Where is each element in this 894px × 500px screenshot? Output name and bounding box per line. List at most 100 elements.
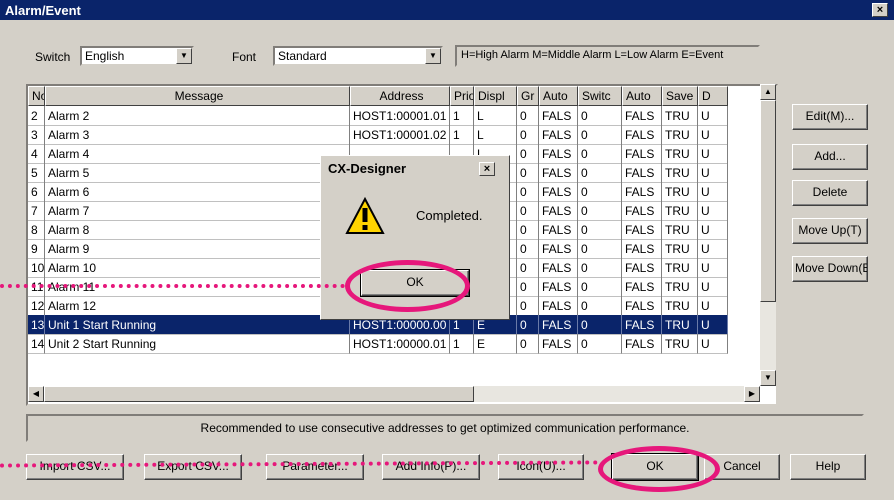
column-header[interactable]: Save (662, 86, 698, 106)
status-message: Recommended to use consecutive addresses… (26, 414, 864, 442)
icon-button[interactable]: Icon(U)... (498, 454, 584, 480)
switch-select[interactable]: English ▼ (80, 46, 194, 66)
table-cell: TRU (662, 315, 698, 335)
table-cell: U (698, 277, 728, 297)
table-cell: TRU (662, 220, 698, 240)
table-cell: 2 (28, 106, 45, 126)
table-cell: 0 (517, 182, 539, 202)
table-cell: U (698, 144, 728, 164)
table-cell: U (698, 106, 728, 126)
table-cell: 12 (28, 296, 45, 316)
table-cell: Alarm 2 (45, 106, 350, 126)
table-cell: 0 (517, 277, 539, 297)
edit-button[interactable]: Edit(M)... (792, 104, 868, 130)
table-cell: 0 (578, 182, 622, 202)
table-cell: 14 (28, 334, 45, 354)
table-cell: 0 (578, 163, 622, 183)
column-header[interactable]: Gr (517, 86, 539, 106)
table-cell: Alarm 10 (45, 258, 350, 278)
table-cell: U (698, 163, 728, 183)
delete-button[interactable]: Delete (792, 180, 868, 206)
table-cell: TRU (662, 106, 698, 126)
column-header[interactable]: Address (350, 86, 450, 106)
table-cell: 0 (578, 334, 622, 354)
scroll-down-icon[interactable]: ▼ (760, 370, 776, 386)
table-cell: FALS (622, 277, 662, 297)
table-cell: U (698, 220, 728, 240)
dialog-close-icon[interactable]: × (479, 162, 495, 176)
window-title: Alarm/Event (5, 3, 81, 18)
table-cell: TRU (662, 144, 698, 164)
move-up-button[interactable]: Move Up(T) (792, 218, 868, 244)
vertical-scrollbar[interactable]: ▲ ▼ (760, 84, 776, 386)
column-header[interactable]: Priorit (450, 86, 474, 106)
table-cell: FALS (622, 144, 662, 164)
scroll-up-icon[interactable]: ▲ (760, 84, 776, 100)
table-cell: FALS (539, 315, 578, 335)
table-cell: FALS (539, 334, 578, 354)
export-csv-button[interactable]: Export CSV... (144, 454, 242, 480)
table-cell: 0 (578, 277, 622, 297)
table-cell: 0 (517, 239, 539, 259)
move-down-button[interactable]: Move Down(B (792, 256, 868, 282)
table-cell: 10 (28, 258, 45, 278)
table-cell: FALS (622, 334, 662, 354)
table-cell: TRU (662, 125, 698, 145)
table-cell: TRU (662, 334, 698, 354)
column-header[interactable]: Message (45, 86, 350, 106)
hscroll-thumb[interactable] (44, 386, 474, 402)
table-cell: FALS (622, 239, 662, 259)
scroll-left-icon[interactable]: ◀ (28, 386, 44, 402)
scroll-right-icon[interactable]: ▶ (744, 386, 760, 402)
add-info-button[interactable]: Add Info(P)... (382, 454, 480, 480)
table-cell: 0 (517, 315, 539, 335)
help-button[interactable]: Help (790, 454, 866, 480)
chevron-down-icon[interactable]: ▼ (425, 48, 441, 64)
table-cell: 1 (450, 106, 474, 126)
column-header[interactable]: Auto (622, 86, 662, 106)
table-cell: U (698, 201, 728, 221)
table-cell: 0 (517, 125, 539, 145)
table-cell: 0 (578, 239, 622, 259)
column-header[interactable]: Auto (539, 86, 578, 106)
column-header[interactable]: Displ (474, 86, 517, 106)
column-header[interactable]: D (698, 86, 728, 106)
table-cell: HOST1:00000.01 (350, 334, 450, 354)
table-cell: Unit 1 Start Running (45, 315, 350, 335)
table-cell: FALS (539, 163, 578, 183)
font-select[interactable]: Standard ▼ (273, 46, 443, 66)
table-cell: TRU (662, 258, 698, 278)
table-cell: 0 (517, 201, 539, 221)
table-cell: Alarm 4 (45, 144, 350, 164)
table-cell: 0 (578, 125, 622, 145)
table-cell: 0 (517, 220, 539, 240)
scroll-thumb[interactable] (760, 100, 776, 302)
table-cell: TRU (662, 277, 698, 297)
table-cell: 8 (28, 220, 45, 240)
font-value: Standard (278, 49, 327, 63)
table-cell: 4 (28, 144, 45, 164)
table-cell: Alarm 8 (45, 220, 350, 240)
table-cell: TRU (662, 182, 698, 202)
close-icon[interactable]: × (872, 3, 888, 17)
table-cell: U (698, 125, 728, 145)
table-cell: FALS (539, 201, 578, 221)
column-header[interactable]: Switc (578, 86, 622, 106)
table-cell: 0 (517, 106, 539, 126)
table-cell: U (698, 334, 728, 354)
warning-icon (345, 197, 385, 234)
ok-highlight-ring (598, 446, 720, 492)
column-header[interactable]: No (28, 86, 45, 106)
table-cell: L (474, 106, 517, 126)
table-cell: FALS (539, 277, 578, 297)
parameter-button[interactable]: Parameter... (266, 454, 364, 480)
horizontal-scrollbar[interactable]: ◀ ▶ (28, 386, 760, 402)
chevron-down-icon[interactable]: ▼ (176, 48, 192, 64)
table-cell: 0 (578, 201, 622, 221)
add-button[interactable]: Add... (792, 144, 868, 170)
table-cell: U (698, 239, 728, 259)
table-cell: 1 (450, 125, 474, 145)
table-cell: U (698, 315, 728, 335)
table-cell: 0 (517, 144, 539, 164)
dialog-ok-highlight-ring (345, 260, 470, 312)
